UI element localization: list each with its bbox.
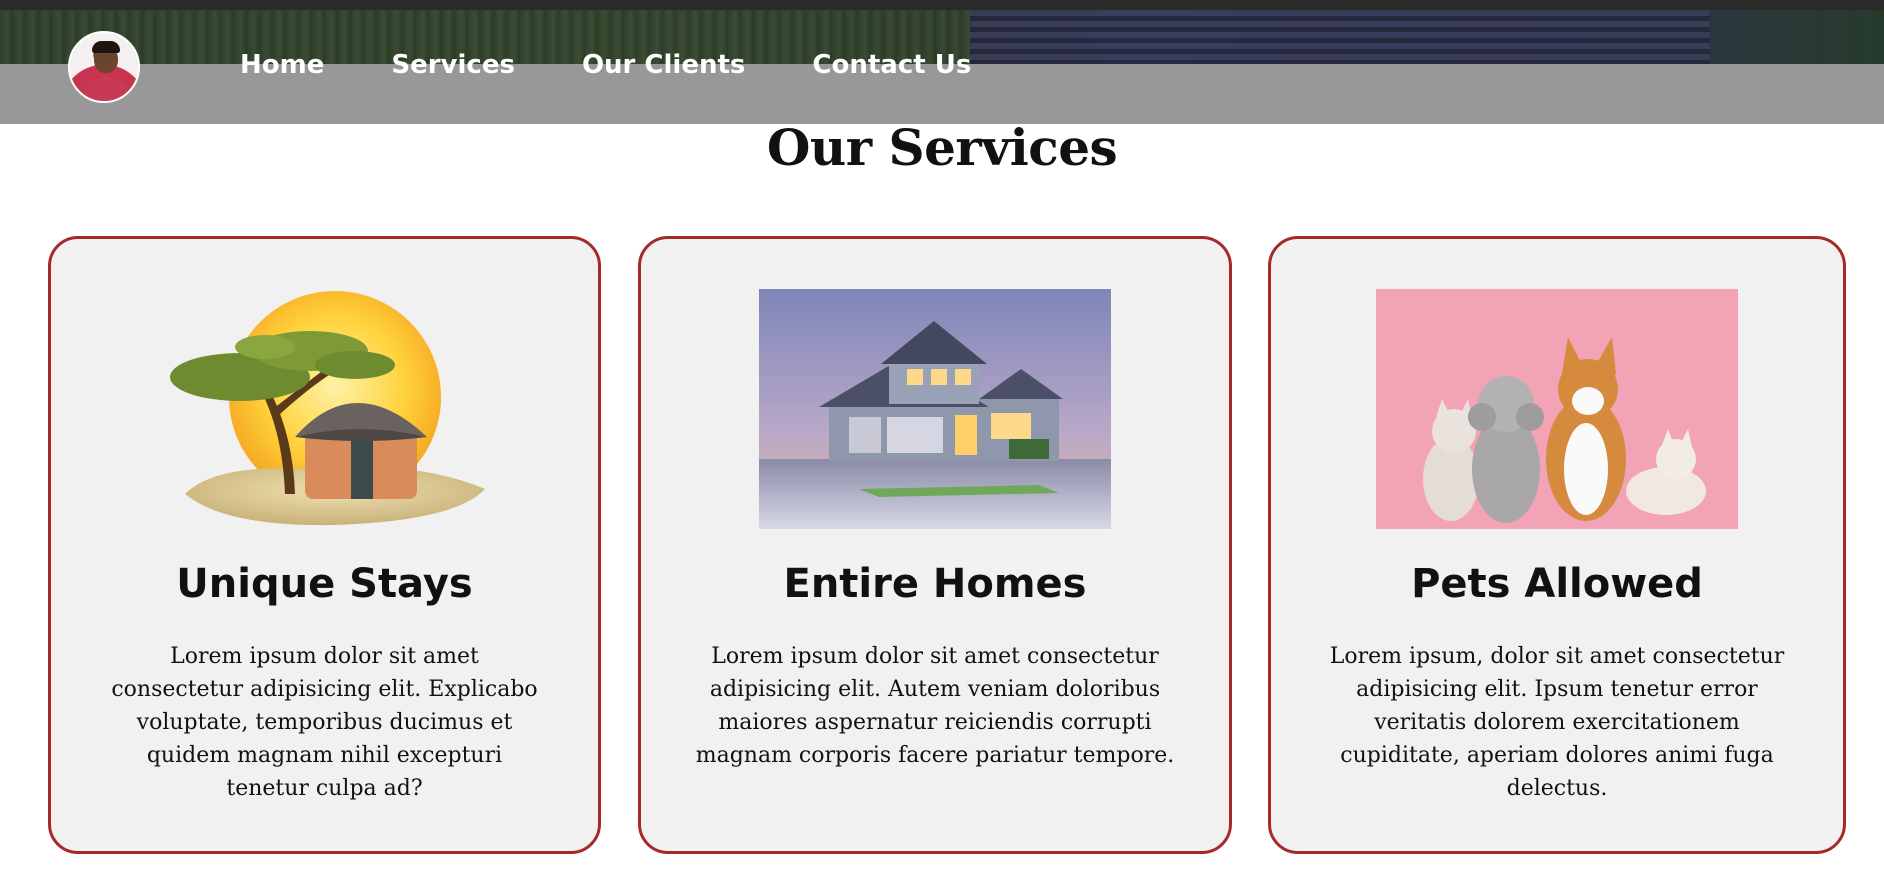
avatar-body [78,77,134,101]
background-house-siding [970,10,1710,66]
nav-link-services[interactable]: Services [391,50,515,80]
nav-link-home[interactable]: Home [240,50,324,80]
profile-avatar[interactable] [68,31,140,103]
house-photo [759,289,1111,529]
top-edge [0,0,1884,10]
card-title: Entire Homes [783,561,1087,607]
pets-photo [1376,289,1738,529]
nav-link-our-clients[interactable]: Our Clients [582,50,745,80]
card-description: Lorem ipsum dolor sit amet consectetur a… [695,644,1175,768]
pets-illustration [1376,289,1738,529]
hut-illustration [169,291,485,526]
page-title: Our Services [766,118,1118,177]
service-card-unique-stays: Unique Stays Lorem ipsum dolor sit amet … [48,236,601,854]
card-description: Lorem ipsum, dolor sit amet consectetur … [1329,644,1785,801]
service-card-entire-homes: Entire Homes Lorem ipsum dolor sit amet … [638,236,1232,854]
nav-link-contact-us[interactable]: Contact Us [812,50,971,80]
card-description: Lorem ipsum dolor sit amet consectetur a… [111,644,538,801]
service-card-pets-allowed: Pets Allowed Lorem ipsum, dolor sit amet… [1268,236,1846,854]
house-illustration [759,289,1111,529]
card-title: Pets Allowed [1411,561,1703,607]
hut-tree-sun-image [155,289,495,529]
card-title: Unique Stays [176,561,473,607]
main-nav: Home Services Our Clients Contact Us [240,50,1038,80]
avatar-hair [92,41,120,53]
